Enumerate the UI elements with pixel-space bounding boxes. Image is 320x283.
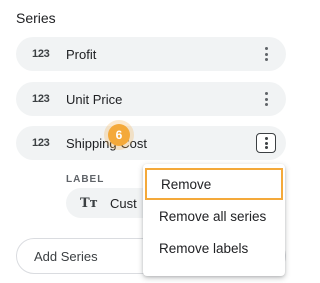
- step-badge: 6: [108, 124, 130, 146]
- more-vert-icon-active[interactable]: [256, 133, 276, 153]
- number-type-icon: 123: [32, 137, 50, 149]
- series-context-menu: Remove Remove all series Remove labels: [143, 164, 285, 276]
- series-row-unit-price[interactable]: 123 Unit Price: [16, 82, 286, 116]
- number-type-icon: 123: [32, 93, 50, 105]
- more-vert-icon[interactable]: [258, 46, 274, 62]
- menu-item-remove-labels[interactable]: Remove labels: [143, 232, 285, 264]
- label-heading: LABEL: [66, 174, 105, 185]
- add-series-label: Add Series: [34, 248, 98, 264]
- series-section-title: Series: [16, 10, 56, 26]
- label-chip-text: Cust: [110, 195, 137, 211]
- series-label: Shipping Cost: [66, 135, 147, 151]
- series-label: Profit: [66, 46, 97, 62]
- series-row-shipping-cost[interactable]: 123 Shipping Cost: [16, 126, 286, 160]
- text-type-icon: Tт: [80, 195, 98, 211]
- more-vert-icon[interactable]: [258, 91, 274, 107]
- series-row-profit[interactable]: 123 Profit: [16, 37, 286, 71]
- menu-item-remove[interactable]: Remove: [145, 168, 283, 200]
- number-type-icon: 123: [32, 48, 50, 60]
- series-label: Unit Price: [66, 91, 123, 107]
- menu-item-remove-all-series[interactable]: Remove all series: [143, 200, 285, 232]
